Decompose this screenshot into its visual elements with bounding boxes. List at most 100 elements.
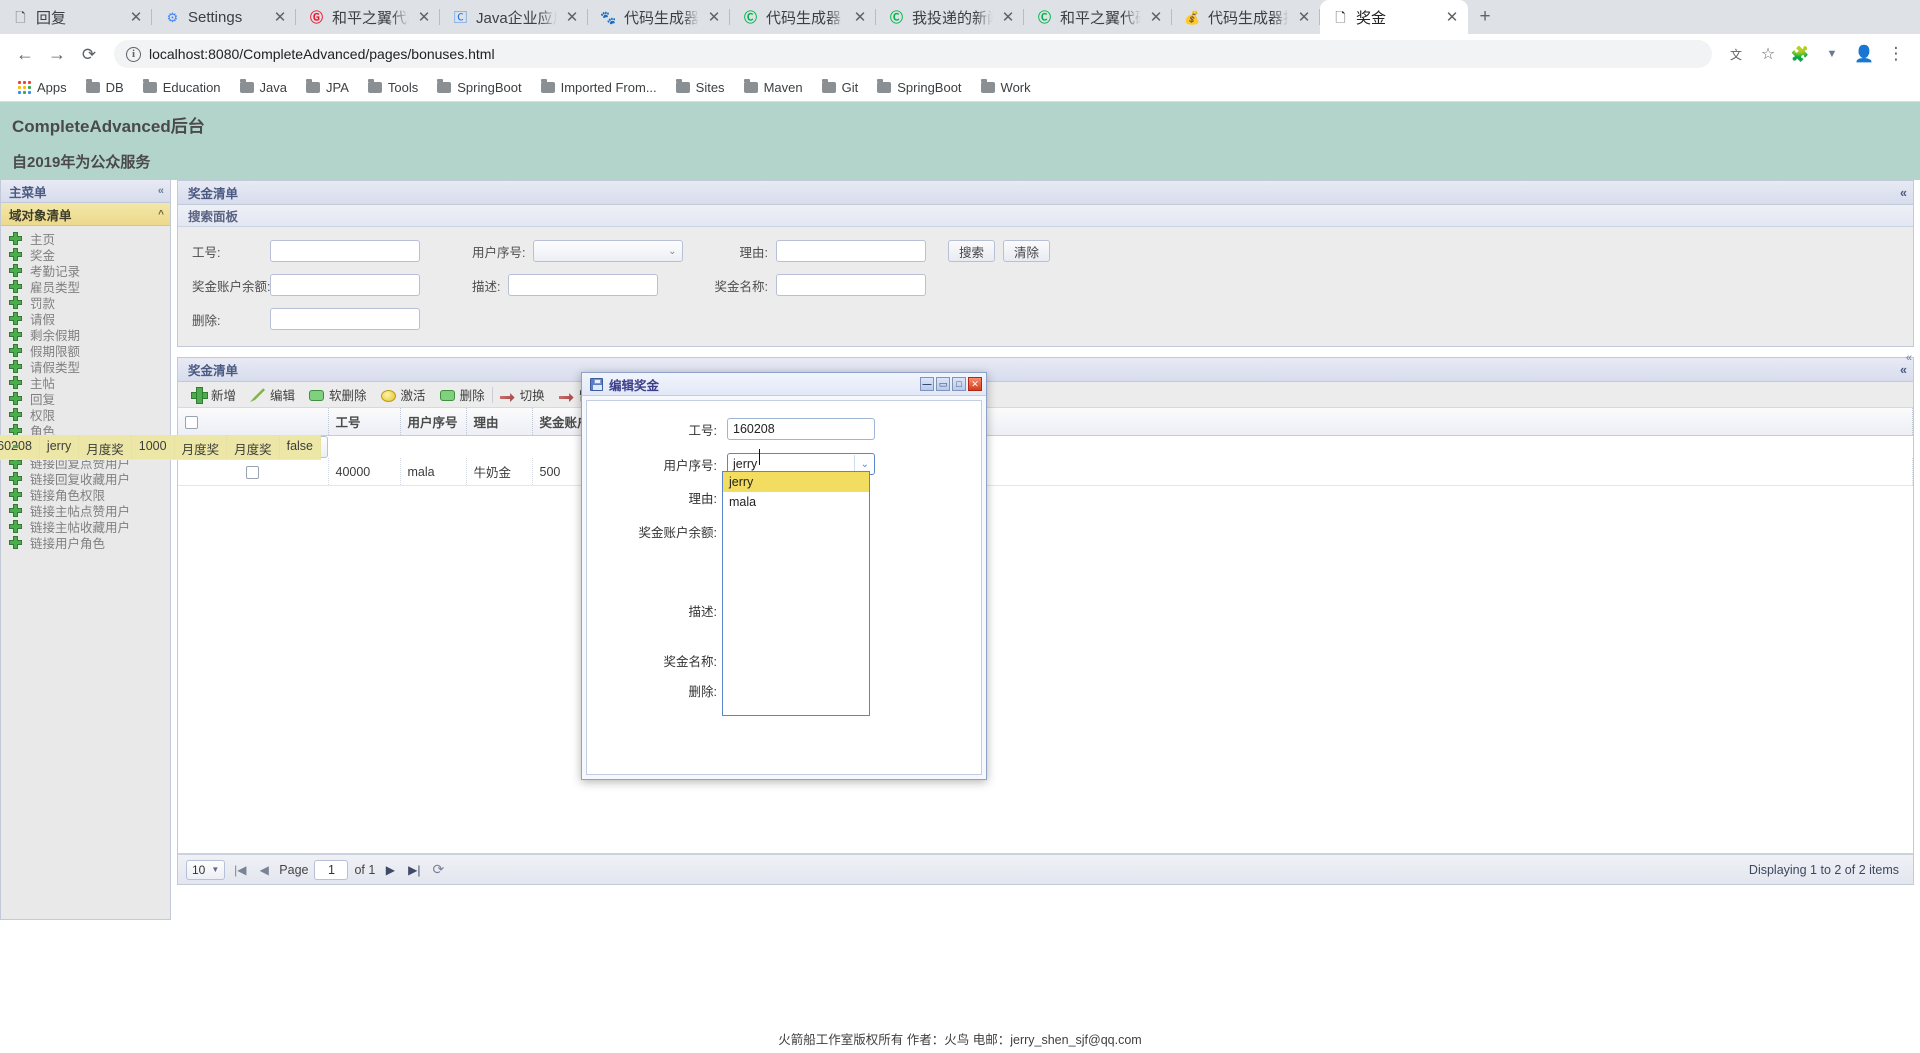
browser-tab[interactable]: 🗋 回复 ✕ [0,0,152,34]
sidebar-item-permission[interactable]: 权限 [1,406,170,423]
reload-icon[interactable]: ⟳ [74,39,104,69]
bookmark-git[interactable]: Git [814,77,867,98]
browser-tab[interactable]: Ⓖ 和平之翼代码生成 ✕ [296,0,440,34]
select-all-checkbox[interactable] [185,415,198,429]
bookmark-sites[interactable]: Sites [668,77,733,98]
chrome-menu-icon[interactable]: ⋮ [1882,40,1910,68]
sidebar-item-leave[interactable]: 请假 [1,310,170,327]
refresh-icon[interactable]: ⟳ [429,861,447,878]
sidebar-item-bonus[interactable]: 奖金 [1,246,170,263]
toggle-button[interactable]: 切换 [493,382,552,407]
sidebar-item-reply[interactable]: 回复 [1,390,170,407]
panel-collapse-icon[interactable]: « [1900,186,1907,200]
bookmark-star-icon[interactable]: ☆ [1754,40,1782,68]
translate-icon[interactable]: 文 [1722,40,1750,68]
browser-tab[interactable]: Ⓒ 我投递的新闻 - M ✕ [876,0,1024,34]
pocket-icon[interactable]: ▼ [1818,40,1846,68]
browser-tab[interactable]: Ⓒ 和平之翼代码生成 ✕ [1024,0,1172,34]
browser-tab[interactable]: Ⓒ 代码生成器 - MSD ✕ [730,0,876,34]
bookmark-education[interactable]: Education [135,77,229,98]
profile-avatar-icon[interactable]: 👤 [1850,40,1878,68]
soft-delete-button[interactable]: 软删除 [302,382,374,407]
row-checkbox[interactable] [246,465,260,479]
sidebar-item-fine[interactable]: 罚款 [1,294,170,311]
clear-button[interactable]: 清除 [1002,240,1050,262]
site-info-icon[interactable]: i [126,46,141,62]
next-page-icon[interactable]: ▶ [381,863,399,877]
bookmark-tools[interactable]: Tools [360,77,426,98]
sidebar-item-remaining-holiday[interactable]: 剩余假期 [1,326,170,343]
bookmark-springboot-2[interactable]: SpringBoot [869,77,969,98]
new-tab-button[interactable]: + [1468,0,1502,34]
sidebar-item-leave-type[interactable]: 请假类型 [1,358,170,375]
tab-close-icon[interactable]: ✕ [1444,9,1460,25]
bookmark-imported-from[interactable]: Imported From... [533,77,665,98]
bookmark-java[interactable]: Java [232,77,295,98]
dropdown-option-mala[interactable]: mala [723,492,869,512]
last-page-icon[interactable]: ▶| [405,863,423,877]
prev-page-icon[interactable]: ◀ [255,863,273,877]
dialog-title-bar[interactable]: 编辑奖金 — ▭ □ ✕ [582,373,986,396]
browser-tab[interactable]: 💰 代码生成器技术åŒ ✕ [1172,0,1320,34]
tab-close-icon[interactable]: ✕ [416,9,432,25]
browser-tab[interactable]: 🐾 代码生成器技术åŒ ✕ [588,0,730,34]
delete-button[interactable]: 删除 [433,382,492,407]
row-select-cell[interactable] [178,458,329,486]
bookmark-work[interactable]: Work [973,77,1039,98]
sidebar-item-link-user-role[interactable]: 链接用户角色 [1,534,170,551]
back-icon[interactable]: ← [10,39,40,69]
activate-button[interactable]: 激活 [374,382,433,407]
extension-puzzle-icon[interactable]: 🧩 [1786,40,1814,68]
sidebar-item-employee-type[interactable]: 雇员类型 [1,278,170,295]
bookmark-springboot[interactable]: SpringBoot [429,77,529,98]
right-collapse-icon[interactable]: « [1906,352,1912,364]
deleted-input[interactable] [270,308,420,330]
chevron-down-icon[interactable]: ⌄ [861,459,869,470]
page-number-input[interactable]: 1 [314,859,349,880]
sidebar-item-attendance[interactable]: 考勤记录 [1,262,170,279]
first-page-icon[interactable]: |◀ [231,863,249,877]
maximize-button[interactable]: □ [952,377,966,391]
browser-tab-active[interactable]: 🗋 奖金 ✕ [1320,0,1468,34]
tab-close-icon[interactable]: ✕ [1296,9,1312,25]
employee-no-input[interactable] [270,240,420,262]
column-header[interactable]: 理由 [466,408,533,436]
bookmark-apps[interactable]: Apps [10,77,75,98]
tab-close-icon[interactable]: ✕ [272,9,288,25]
description-input[interactable] [508,274,659,296]
user-seq-select[interactable]: ⌄ [533,240,684,262]
dialog-employee-no-input[interactable]: 160208 [727,418,875,440]
select-all-header[interactable] [178,408,329,436]
tab-close-icon[interactable]: ✕ [1000,9,1016,25]
user-seq-dropdown-list[interactable]: jerry mala [722,471,870,716]
bookmark-db[interactable]: DB [78,77,132,98]
dropdown-option-jerry[interactable]: jerry [723,472,869,492]
sidebar-item-home[interactable]: 主页 [1,230,170,247]
table-row[interactable]: 160208 jerry 月度奖 1000 月度奖 月度奖 false [0,434,328,460]
restore-button[interactable]: ▭ [936,377,950,391]
page-size-select[interactable]: 10 ▼ [186,859,226,880]
search-button[interactable]: 搜索 [947,240,995,262]
tab-close-icon[interactable]: ✕ [706,9,722,25]
close-button[interactable]: ✕ [968,377,982,391]
tab-close-icon[interactable]: ✕ [1148,9,1164,25]
tab-close-icon[interactable]: ✕ [564,9,580,25]
bonus-balance-input[interactable] [270,274,420,296]
edit-button[interactable]: 编辑 [243,382,302,407]
column-header[interactable]: 工号 [328,408,401,436]
tab-close-icon[interactable]: ✕ [128,9,144,25]
table-row[interactable]: 40000 mala 牛奶金 500 牛奶金 牛奶金； false [178,458,1914,486]
column-header[interactable]: 用户序号 [400,408,467,436]
grid-panel-collapse-icon[interactable]: « [1900,363,1907,377]
add-button[interactable]: 新增 [184,382,243,407]
sidebar-item-holiday-quota[interactable]: 假期限额 [1,342,170,359]
tab-close-icon[interactable]: ✕ [852,9,868,25]
bookmark-maven[interactable]: Maven [736,77,811,98]
sidebar-item-topic[interactable]: 主帖 [1,374,170,391]
browser-tab[interactable]: 🄲 Java企业应用论坛 ✕ [440,0,588,34]
reason-input[interactable] [775,240,926,262]
browser-tab[interactable]: ⚙ Settings ✕ [152,0,296,34]
sidebar-accordion-header[interactable]: 域对象清单 ^ [1,203,170,226]
sidebar-collapse-icon[interactable]: « [158,185,164,197]
minimize-button[interactable]: — [920,377,934,391]
